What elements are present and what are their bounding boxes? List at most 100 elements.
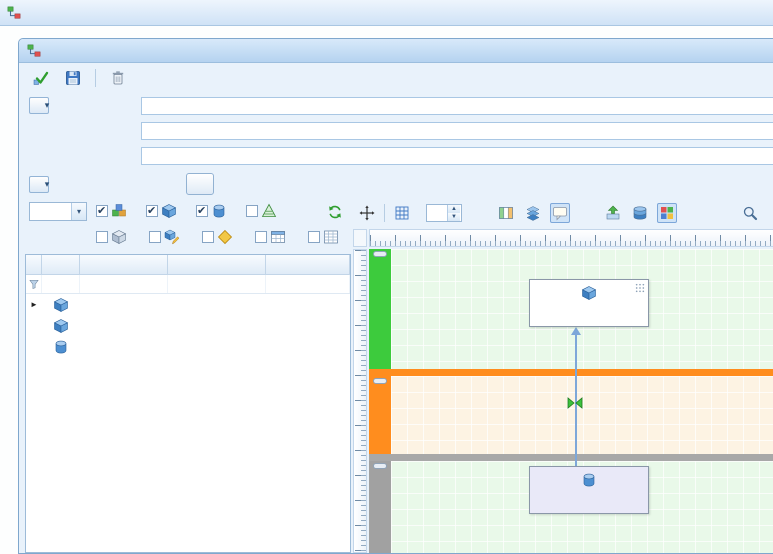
filter-infoobject[interactable] — [202, 229, 233, 245]
filter-datasource[interactable] — [196, 203, 227, 219]
window-titlebar — [0, 0, 773, 26]
dataflow-document-window: ▲▼ — [18, 38, 773, 554]
spreadsheet-checkbox[interactable] — [308, 231, 320, 243]
delete-button[interactable] — [108, 68, 128, 88]
filter-aggregation-level[interactable] — [246, 203, 277, 219]
short-description-input[interactable] — [141, 147, 773, 165]
filter-spreadsheet[interactable] — [308, 229, 339, 245]
toggle-entity-import-type-button[interactable] — [186, 173, 214, 195]
grid-filter-row — [26, 275, 350, 294]
filter-cell-sap-technical-name[interactable] — [168, 275, 266, 293]
entity-filter-row-2 — [25, 225, 351, 249]
table-row[interactable] — [26, 315, 350, 336]
filter-cell-description[interactable] — [266, 275, 350, 293]
collapse-form-button[interactable] — [29, 97, 49, 114]
validate-button[interactable] — [31, 68, 51, 88]
infocube-icon — [53, 318, 69, 334]
ruler-corner — [353, 229, 367, 247]
entity-filter-row-1 — [25, 199, 351, 225]
column-header-type[interactable] — [42, 255, 80, 274]
entity-pool-grid — [25, 254, 351, 553]
delete-icon — [110, 70, 126, 86]
multiprovider-icon — [111, 203, 127, 219]
collapse-entity-pool-button[interactable] — [29, 176, 49, 193]
flow-toolbar: ▲▼ — [357, 199, 773, 227]
spinner-buttons[interactable]: ▲▼ — [447, 205, 460, 221]
flow-overlay — [369, 249, 773, 553]
flow-canvas — [369, 249, 773, 553]
chevron-down-icon — [29, 98, 45, 114]
form-row-description — [19, 118, 773, 143]
current-row-marker-icon — [26, 300, 42, 309]
infocube-checkbox[interactable] — [146, 205, 158, 217]
save-button[interactable] — [63, 68, 83, 88]
comment-icon — [552, 205, 568, 221]
datasource-checkbox[interactable] — [196, 205, 208, 217]
pan-button[interactable] — [357, 203, 377, 223]
grid-toggle-button[interactable] — [392, 203, 412, 223]
filter-virtualprovider[interactable] — [96, 229, 127, 245]
grid-toggle-icon — [394, 205, 410, 221]
section-header-row — [19, 172, 773, 198]
row-type-cell — [42, 297, 80, 313]
zoom-button[interactable] — [740, 203, 760, 223]
filter-cube-edit[interactable] — [149, 229, 180, 245]
grid-size-input[interactable] — [427, 205, 447, 221]
swimlane-button[interactable] — [496, 203, 516, 223]
aggregation-level-icon — [261, 203, 277, 219]
column-header-description-long[interactable] — [266, 255, 350, 274]
refresh-button[interactable] — [325, 202, 345, 222]
combo-dropdown-arrow-icon[interactable] — [71, 203, 86, 220]
aggregation-level-checkbox[interactable] — [246, 205, 258, 217]
technical-name-input[interactable] — [141, 97, 773, 115]
stack-button[interactable] — [630, 203, 650, 223]
text-tool-button[interactable] — [469, 203, 489, 223]
toolbar-separator — [95, 69, 96, 87]
transformation-bowtie-icon[interactable] — [567, 397, 583, 409]
form-row-technical-name — [19, 93, 773, 118]
zoom-icon — [742, 205, 758, 221]
table-icon — [270, 229, 286, 245]
virtualprovider-checkbox[interactable] — [96, 231, 108, 243]
datasource-icon — [211, 203, 227, 219]
multiprovider-checkbox[interactable] — [96, 205, 108, 217]
table-row[interactable] — [26, 294, 350, 315]
main-split: ▲▼ — [19, 199, 773, 553]
colors-button[interactable] — [657, 203, 677, 223]
vertical-ruler — [353, 249, 367, 553]
layers-button[interactable] — [523, 203, 543, 223]
cube-edit-checkbox[interactable] — [149, 231, 161, 243]
table-row[interactable] — [26, 336, 350, 357]
filter-cell-type[interactable] — [42, 275, 80, 293]
swimlane-icon — [498, 205, 514, 221]
layers-icon — [525, 205, 541, 221]
filter-funnel-icon[interactable] — [28, 278, 40, 290]
entity-type-filter-combo[interactable] — [29, 202, 87, 221]
filter-infocube[interactable] — [146, 203, 177, 219]
datasource-icon — [53, 339, 69, 355]
grid-header-row — [26, 255, 350, 275]
column-header-sap-technical-name[interactable] — [168, 255, 266, 274]
description-input[interactable] — [141, 122, 773, 140]
table-checkbox[interactable] — [255, 231, 267, 243]
horizontal-ruler — [369, 229, 773, 247]
comment-button[interactable] — [550, 203, 570, 223]
cube-edit-icon — [164, 229, 180, 245]
filter-multiprovider[interactable] — [96, 203, 127, 219]
spin-down-icon[interactable]: ▼ — [448, 213, 460, 221]
column-header-technical-name[interactable] — [80, 255, 168, 274]
pan-icon — [359, 205, 375, 221]
flow-node-y0gls-in[interactable] — [529, 466, 649, 514]
toolbar-separator — [384, 204, 385, 222]
entity-pool-panel — [25, 199, 351, 553]
infocube-icon — [53, 297, 69, 313]
spin-up-icon[interactable]: ▲ — [448, 205, 460, 213]
indicator-column-header — [26, 255, 42, 274]
infoobject-checkbox[interactable] — [202, 231, 214, 243]
grid-size-spinner[interactable]: ▲▼ — [426, 204, 462, 222]
flow-panel: ▲▼ — [353, 199, 773, 553]
flow-node-za-zatest[interactable] — [529, 279, 649, 327]
filter-table[interactable] — [255, 229, 286, 245]
arrange-button[interactable] — [603, 203, 623, 223]
filter-cell-technical-name[interactable] — [80, 275, 168, 293]
